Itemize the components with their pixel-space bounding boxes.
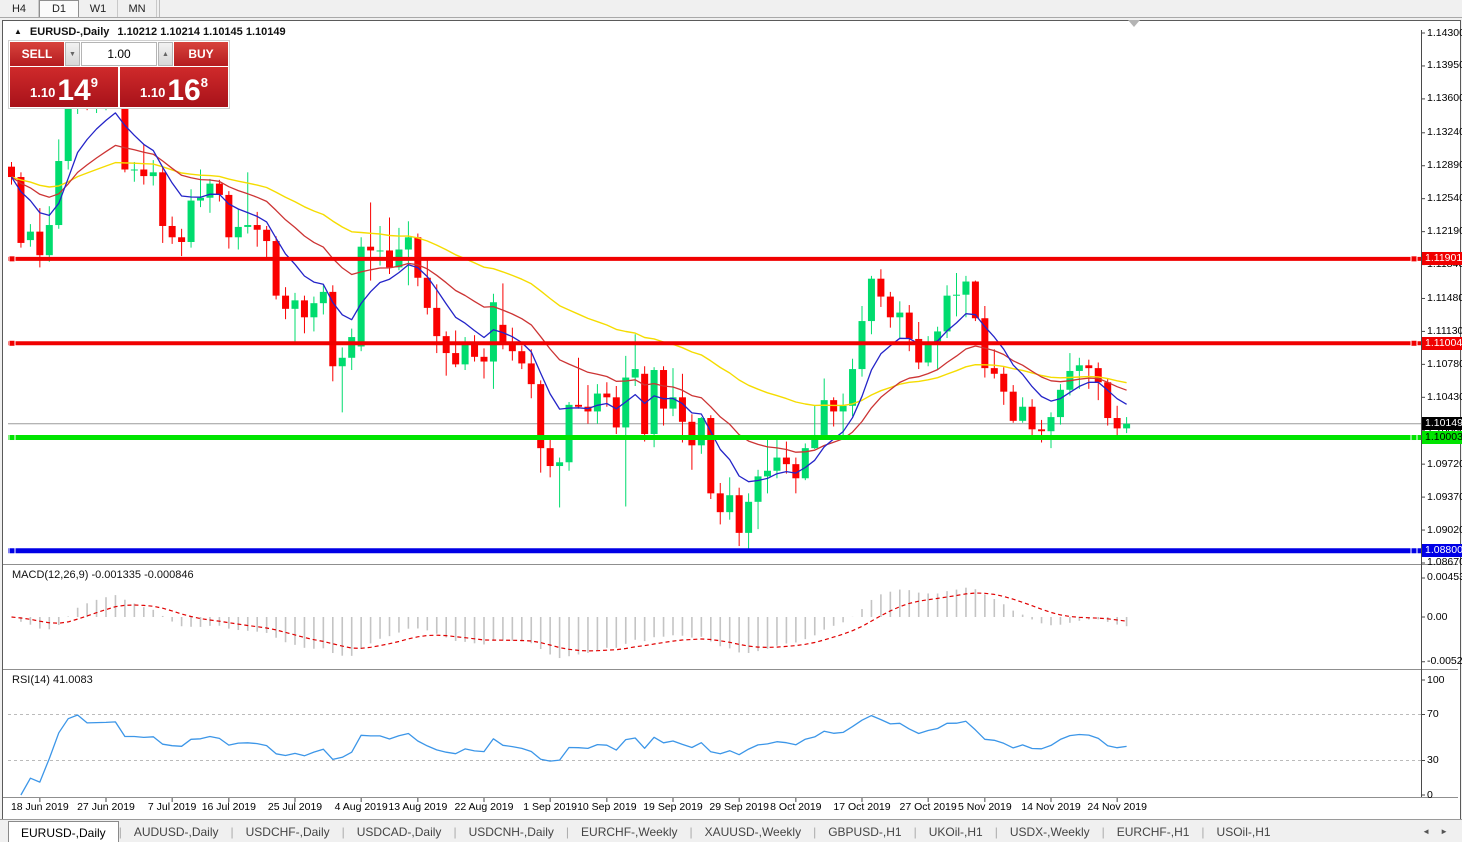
price-axis-label: 1.10780 — [1427, 358, 1462, 370]
macd-axis-label: 0.004536 — [1427, 571, 1462, 583]
level-price-badge: 1.10003 — [1422, 431, 1462, 444]
timeframe-button-h4[interactable]: H4 — [0, 0, 39, 17]
rsi-axis-label: 70 — [1427, 708, 1439, 720]
tab-usdchf-daily[interactable]: USDCHF-,Daily — [234, 820, 342, 842]
tab-xauusd-weekly[interactable]: XAUUSD-,Weekly — [693, 820, 813, 842]
ask-price-pip: 8 — [201, 75, 208, 90]
tab-usdx-weekly[interactable]: USDX-,Weekly — [998, 820, 1102, 842]
date-axis-label: 18 Jun 2019 — [11, 801, 69, 813]
price-axis-label: 1.13950 — [1427, 59, 1462, 71]
tab-usdcad-daily[interactable]: USDCAD-,Daily — [345, 820, 454, 842]
ask-price-big: 16 — [167, 78, 200, 104]
timeframe-button-w1[interactable]: W1 — [79, 0, 118, 17]
date-axis-label: 17 Oct 2019 — [833, 801, 890, 813]
chart-ohlc-values: 1.10212 1.10214 1.10145 1.10149 — [117, 26, 285, 38]
date-axis-label: 16 Jul 2019 — [202, 801, 256, 813]
chart-symbol-label: EURUSD-,Daily — [30, 26, 109, 38]
symbol-tab-bar: EURUSD-,Daily|AUDUSD-,Daily|USDCHF-,Dail… — [0, 819, 1462, 842]
date-axis-label: 10 Sep 2019 — [577, 801, 637, 813]
tab-ukoil-h1[interactable]: UKOil-,H1 — [917, 820, 995, 842]
ask-quote-tile[interactable]: 1.10 16 8 — [120, 67, 228, 107]
macd-axis-label: 0.00 — [1427, 611, 1447, 623]
rsi-axis-label: 0 — [1427, 789, 1433, 801]
level-price-badge: 1.11004 — [1422, 337, 1462, 350]
tab-gbpusd-h1[interactable]: GBPUSD-,H1 — [816, 820, 913, 842]
date-axis-label: 13 Aug 2019 — [388, 801, 447, 813]
price-axis-label: 1.12540 — [1427, 192, 1462, 204]
price-axis-label: 1.10430 — [1427, 391, 1462, 403]
price-axis-label: 1.14300 — [1427, 27, 1462, 39]
bid-price-pip: 9 — [91, 75, 98, 90]
tab-eurusd-daily[interactable]: EURUSD-,Daily — [8, 821, 119, 842]
price-axis-label: 1.09020 — [1427, 524, 1462, 536]
date-axis-label: 27 Jun 2019 — [77, 801, 135, 813]
current-price-badge: 1.10149 — [1422, 417, 1462, 430]
tab-scroll-right-icon[interactable]: ► — [1440, 827, 1448, 836]
bid-price-big: 14 — [57, 78, 90, 104]
date-axis-label: 8 Oct 2019 — [770, 801, 821, 813]
date-axis-label: 25 Jul 2019 — [268, 801, 322, 813]
chart-shift-marker-icon[interactable] — [1128, 20, 1140, 27]
bid-quote-tile[interactable]: 1.10 14 9 — [10, 67, 118, 107]
date-axis-label: 5 Nov 2019 — [958, 801, 1012, 813]
volume-input[interactable] — [82, 46, 156, 62]
rsi-axis-label: 100 — [1427, 674, 1445, 686]
timeframe-button-d1[interactable]: D1 — [39, 0, 79, 17]
price-axis-label: 1.12190 — [1427, 225, 1462, 237]
expand-triangle-icon[interactable]: ▲ — [14, 27, 22, 36]
tab-eurchf-h1[interactable]: EURCHF-,H1 — [1105, 820, 1202, 842]
date-axis-label: 7 Jul 2019 — [148, 801, 196, 813]
date-axis-label: 27 Oct 2019 — [900, 801, 957, 813]
price-axis-label: 1.11480 — [1427, 292, 1462, 304]
tab-scroll-left-icon[interactable]: ◄ — [1422, 827, 1430, 836]
tab-eurchf-weekly[interactable]: EURCHF-,Weekly — [569, 820, 689, 842]
tab-usoil-h1[interactable]: USOil-,H1 — [1205, 820, 1283, 842]
bid-price-prefix: 1.10 — [30, 85, 55, 100]
ask-price-prefix: 1.10 — [140, 85, 165, 100]
date-axis-label: 14 Nov 2019 — [1021, 801, 1081, 813]
rsi-axis-label: 30 — [1427, 754, 1439, 766]
toolbar-separator — [159, 0, 160, 17]
date-axis-label: 29 Sep 2019 — [709, 801, 769, 813]
date-axis-label: 22 Aug 2019 — [455, 801, 514, 813]
price-axis-label: 1.09720 — [1427, 458, 1462, 470]
volume-decrease-button[interactable]: ▼ — [65, 42, 80, 66]
volume-increase-button[interactable]: ▲ — [158, 42, 173, 66]
price-axis-label: 1.13600 — [1427, 92, 1462, 104]
timeframe-button-mn[interactable]: MN — [118, 0, 157, 17]
level-price-badge: 1.08800 — [1422, 544, 1462, 557]
price-axis-label: 1.11130 — [1427, 325, 1462, 337]
price-axis-label: 1.08670 — [1427, 556, 1462, 568]
price-axis-label: 1.12890 — [1427, 159, 1462, 171]
rsi-indicator-label: RSI(14) 41.0083 — [12, 674, 93, 686]
date-axis-label: 19 Sep 2019 — [643, 801, 703, 813]
chart-canvas[interactable] — [3, 21, 1458, 817]
timeframe-toolbar: H4D1W1MN — [0, 0, 1462, 18]
macd-axis-label: -0.005205 — [1427, 655, 1462, 667]
date-axis-label: 1 Sep 2019 — [523, 801, 577, 813]
date-axis-label: 4 Aug 2019 — [335, 801, 388, 813]
chart-title: ▲ EURUSD-,Daily 1.10212 1.10214 1.10145 … — [14, 26, 286, 38]
date-axis-label: 24 Nov 2019 — [1087, 801, 1147, 813]
macd-indicator-label: MACD(12,26,9) -0.001335 -0.000846 — [12, 569, 194, 581]
mt4-terminal: H4D1W1MN ▲ EURUSD-,Daily 1.10212 1.10214… — [0, 0, 1462, 842]
tab-audusd-daily[interactable]: AUDUSD-,Daily — [122, 820, 231, 842]
tab-usdcnh-daily[interactable]: USDCNH-,Daily — [457, 820, 566, 842]
volume-field-wrap — [81, 42, 157, 66]
tab-scroll-arrows: ◄► — [1408, 820, 1462, 842]
one-click-trade-panel: SELL ▼ ▲ BUY 1.10 14 9 1.10 16 8 — [8, 40, 230, 109]
price-axis-label: 1.13240 — [1427, 126, 1462, 138]
level-price-badge: 1.11901 — [1422, 252, 1462, 265]
buy-button[interactable]: BUY — [174, 42, 228, 66]
price-axis-label: 1.09370 — [1427, 491, 1462, 503]
sell-button[interactable]: SELL — [10, 42, 64, 66]
